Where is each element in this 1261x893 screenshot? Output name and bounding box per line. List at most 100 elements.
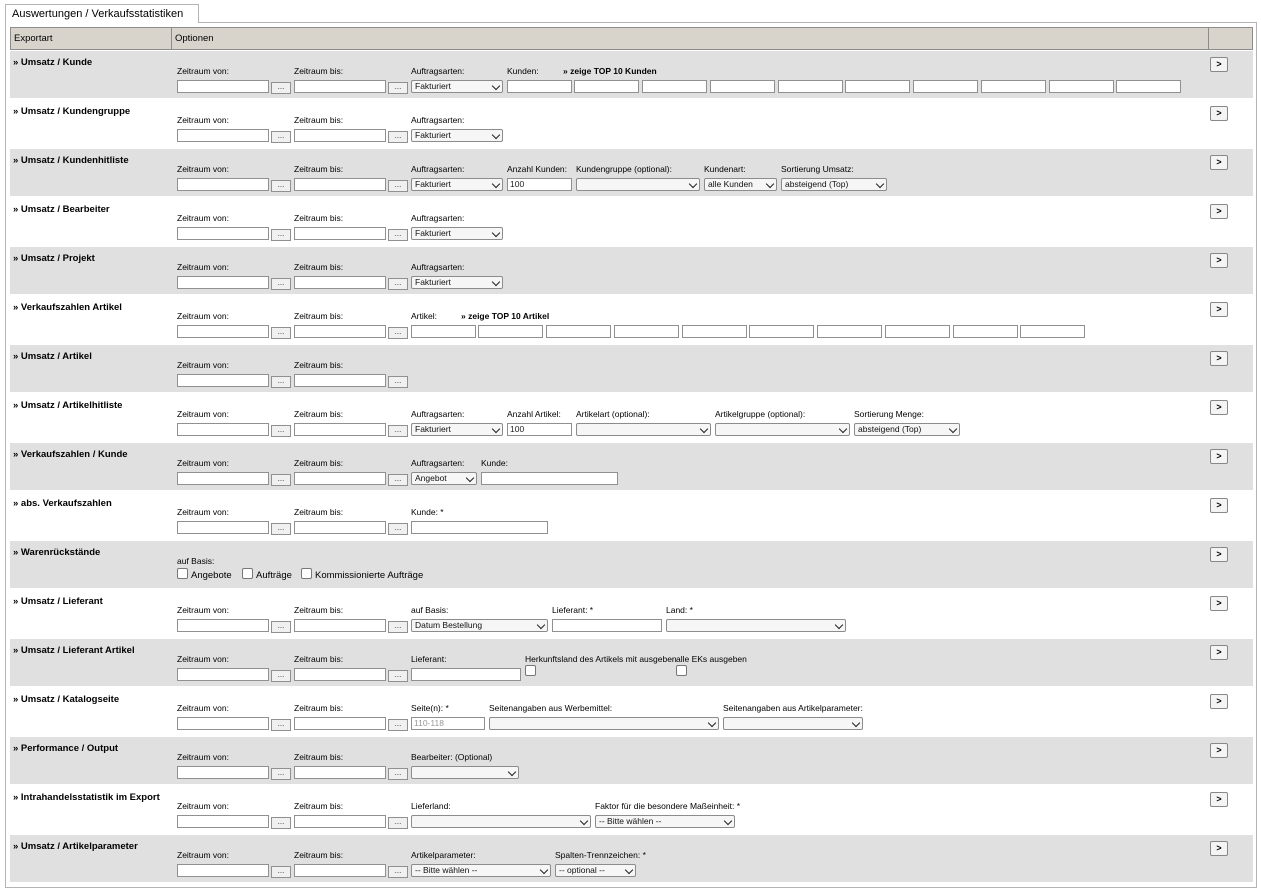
herkunftsland-checkbox[interactable] xyxy=(525,665,536,676)
seiten-input[interactable]: 110-118 xyxy=(411,717,485,730)
date-picker-button[interactable]: ... xyxy=(271,670,291,682)
zeitraum-von-input[interactable] xyxy=(177,227,269,240)
run-export-button[interactable]: > xyxy=(1210,743,1228,758)
zeitraum-bis-input[interactable] xyxy=(294,668,386,681)
run-export-button[interactable]: > xyxy=(1210,351,1228,366)
date-picker-button[interactable]: ... xyxy=(271,768,291,780)
date-picker-button[interactable]: ... xyxy=(388,719,408,731)
run-export-button[interactable]: > xyxy=(1210,155,1228,170)
date-picker-button[interactable]: ... xyxy=(271,327,291,339)
run-export-button[interactable]: > xyxy=(1210,792,1228,807)
kunden-input[interactable] xyxy=(574,80,639,93)
zeitraum-von-input[interactable] xyxy=(177,521,269,534)
date-picker-button[interactable]: ... xyxy=(271,82,291,94)
date-picker-button[interactable]: ... xyxy=(388,621,408,633)
artikel-input[interactable] xyxy=(682,325,747,338)
date-picker-button[interactable]: ... xyxy=(388,817,408,829)
kommissioniert-checkbox[interactable] xyxy=(301,568,312,579)
auftragsarten-select[interactable]: Fakturiert xyxy=(411,423,503,436)
date-picker-button[interactable]: ... xyxy=(388,82,408,94)
date-picker-button[interactable]: ... xyxy=(388,768,408,780)
werbemittel-select[interactable] xyxy=(489,717,719,730)
date-picker-button[interactable]: ... xyxy=(388,474,408,486)
date-picker-button[interactable]: ... xyxy=(271,523,291,535)
tab-verkaufsstatistiken[interactable]: Auswertungen / Verkaufsstatistiken xyxy=(5,4,199,23)
kundenart-select[interactable]: alle Kunden xyxy=(704,178,777,191)
run-export-button[interactable]: > xyxy=(1210,694,1228,709)
auf-basis-select[interactable]: Datum Bestellung xyxy=(411,619,548,632)
date-picker-button[interactable]: ... xyxy=(271,229,291,241)
kunden-input[interactable] xyxy=(845,80,910,93)
date-picker-button[interactable]: ... xyxy=(388,278,408,290)
zeitraum-von-input[interactable] xyxy=(177,864,269,877)
artikelparameter-select[interactable]: -- Bitte wählen -- xyxy=(411,864,551,877)
kunde-input[interactable] xyxy=(411,521,548,534)
date-picker-button[interactable]: ... xyxy=(271,621,291,633)
date-picker-button[interactable]: ... xyxy=(271,817,291,829)
kundengruppe-select[interactable] xyxy=(576,178,700,191)
date-picker-button[interactable]: ... xyxy=(388,229,408,241)
zeitraum-bis-input[interactable] xyxy=(294,178,386,191)
anzahl-artikel-input[interactable]: 100 xyxy=(507,423,572,436)
zeitraum-von-input[interactable] xyxy=(177,766,269,779)
artikel-input[interactable] xyxy=(546,325,611,338)
artikel-input[interactable] xyxy=(614,325,679,338)
land-select[interactable] xyxy=(666,619,846,632)
zeitraum-von-input[interactable] xyxy=(177,423,269,436)
angebote-checkbox[interactable] xyxy=(177,568,188,579)
kunden-input[interactable] xyxy=(507,80,572,93)
date-picker-button[interactable]: ... xyxy=(388,131,408,143)
zeitraum-bis-input[interactable] xyxy=(294,864,386,877)
artikelart-select[interactable] xyxy=(576,423,711,436)
artikel-input[interactable] xyxy=(749,325,814,338)
zeitraum-bis-input[interactable] xyxy=(294,521,386,534)
date-picker-button[interactable]: ... xyxy=(388,425,408,437)
zeitraum-bis-input[interactable] xyxy=(294,717,386,730)
auftragsarten-select[interactable]: Fakturiert xyxy=(411,276,503,289)
auftragsarten-select[interactable]: Angebot xyxy=(411,472,477,485)
sortierung-menge-select[interactable]: absteigend (Top) xyxy=(854,423,960,436)
artikel-input[interactable] xyxy=(411,325,476,338)
zeitraum-bis-input[interactable] xyxy=(294,227,386,240)
faktor-select[interactable]: -- Bitte wählen -- xyxy=(595,815,735,828)
kunden-input[interactable] xyxy=(913,80,978,93)
bearbeiter-select[interactable] xyxy=(411,766,519,779)
run-export-button[interactable]: > xyxy=(1210,596,1228,611)
zeitraum-von-input[interactable] xyxy=(177,815,269,828)
artikel-input[interactable] xyxy=(885,325,950,338)
date-picker-button[interactable]: ... xyxy=(271,180,291,192)
auftraege-checkbox[interactable] xyxy=(242,568,253,579)
zeitraum-von-input[interactable] xyxy=(177,619,269,632)
zeitraum-von-input[interactable] xyxy=(177,276,269,289)
date-picker-button[interactable]: ... xyxy=(271,474,291,486)
zeitraum-bis-input[interactable] xyxy=(294,374,386,387)
zeitraum-bis-input[interactable] xyxy=(294,325,386,338)
zeitraum-von-input[interactable] xyxy=(177,80,269,93)
date-picker-button[interactable]: ... xyxy=(388,670,408,682)
zeitraum-bis-input[interactable] xyxy=(294,815,386,828)
date-picker-button[interactable]: ... xyxy=(388,180,408,192)
run-export-button[interactable]: > xyxy=(1210,106,1228,121)
date-picker-button[interactable]: ... xyxy=(271,278,291,290)
artikel-input[interactable] xyxy=(953,325,1018,338)
artikelparameter-select[interactable] xyxy=(723,717,863,730)
run-export-button[interactable]: > xyxy=(1210,302,1228,317)
run-export-button[interactable]: > xyxy=(1210,449,1228,464)
link-top10-kunden[interactable]: » zeige TOP 10 Kunden xyxy=(563,66,657,76)
zeitraum-von-input[interactable] xyxy=(177,472,269,485)
artikel-input[interactable] xyxy=(478,325,543,338)
date-picker-button[interactable]: ... xyxy=(271,131,291,143)
kunden-input[interactable] xyxy=(710,80,775,93)
auftragsarten-select[interactable]: Fakturiert xyxy=(411,129,503,142)
auftragsarten-select[interactable]: Fakturiert xyxy=(411,178,503,191)
lieferant-input[interactable] xyxy=(552,619,662,632)
kunden-input[interactable] xyxy=(778,80,843,93)
zeitraum-bis-input[interactable] xyxy=(294,276,386,289)
zeitraum-bis-input[interactable] xyxy=(294,766,386,779)
run-export-button[interactable]: > xyxy=(1210,645,1228,660)
zeitraum-bis-input[interactable] xyxy=(294,129,386,142)
run-export-button[interactable]: > xyxy=(1210,57,1228,72)
run-export-button[interactable]: > xyxy=(1210,841,1228,856)
artikel-input[interactable] xyxy=(1020,325,1085,338)
spalten-trennzeichen-select[interactable]: -- optional -- xyxy=(555,864,636,877)
